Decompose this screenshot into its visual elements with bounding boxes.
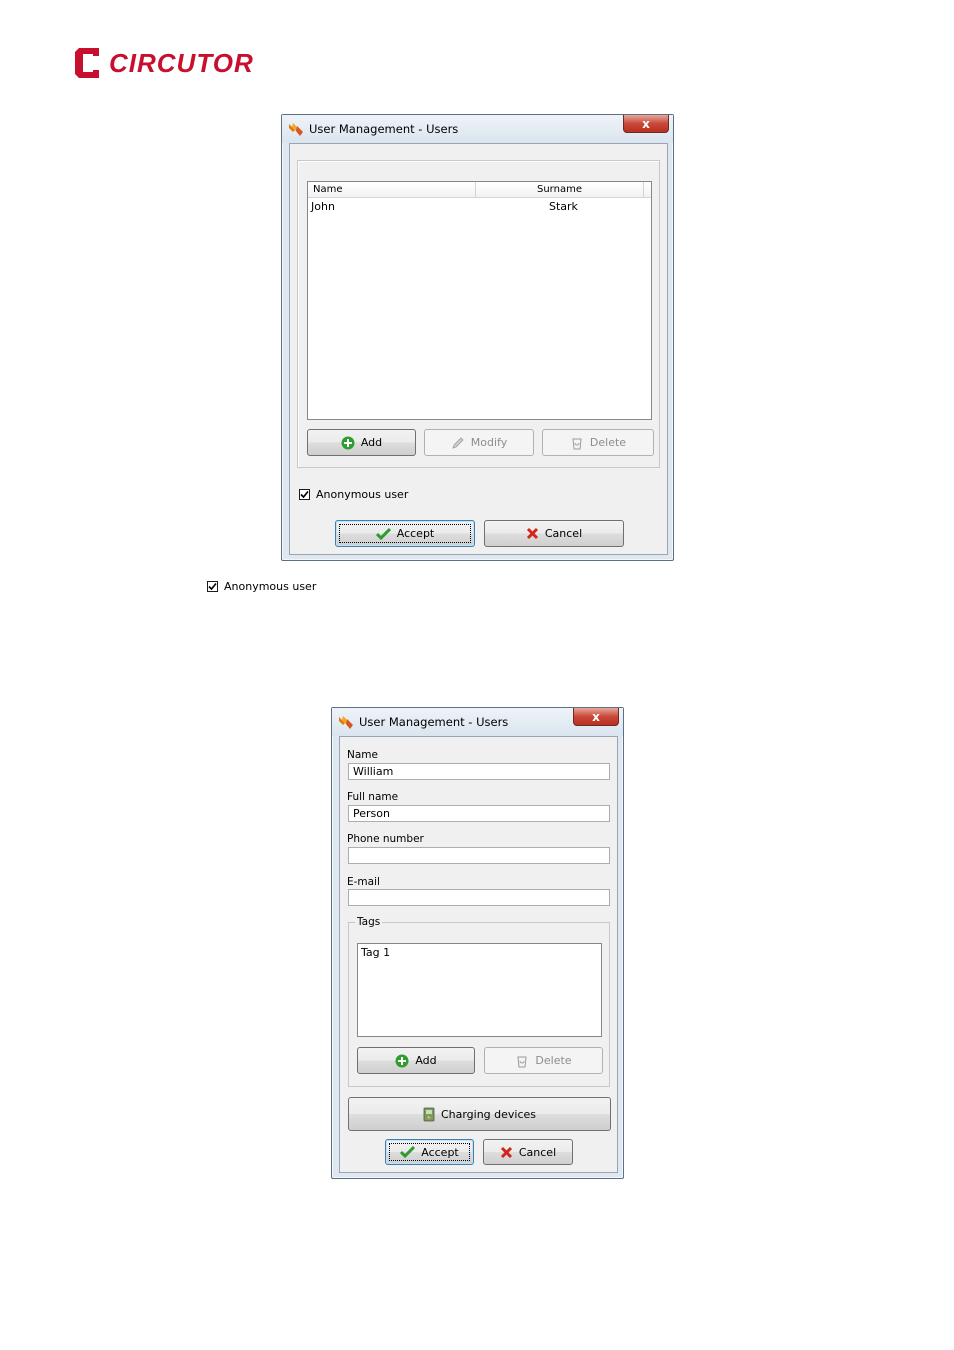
phone-label: Phone number bbox=[347, 833, 424, 845]
delete-tag-label: Delete bbox=[535, 1054, 572, 1067]
green-plus-icon bbox=[341, 436, 355, 450]
green-plus-icon bbox=[395, 1054, 409, 1068]
table-row[interactable]: John Stark bbox=[308, 199, 651, 215]
checkmark-icon bbox=[208, 582, 217, 591]
close-button[interactable]: x bbox=[623, 115, 669, 133]
cell-surname: Stark bbox=[549, 200, 578, 213]
name-field[interactable]: William bbox=[348, 763, 610, 780]
add-user-button[interactable]: Add bbox=[307, 429, 416, 456]
red-x-icon bbox=[526, 527, 539, 540]
close-icon: x bbox=[592, 709, 600, 724]
circutor-logo: CIRCUTOR bbox=[73, 46, 254, 80]
green-check-icon bbox=[400, 1146, 416, 1158]
close-icon: x bbox=[642, 116, 650, 131]
pencil-icon bbox=[451, 436, 465, 450]
accept-label: Accept bbox=[421, 1145, 459, 1159]
delete-tag-button[interactable]: Delete bbox=[484, 1047, 603, 1074]
delete-user-label: Delete bbox=[589, 436, 627, 449]
cell-name: John bbox=[311, 200, 335, 213]
brand-name: CIRCUTOR bbox=[109, 47, 254, 78]
fullname-label: Full name bbox=[347, 791, 399, 803]
users-dialog-client: Name Surname John Stark Add Modify Delet… bbox=[289, 143, 668, 555]
column-header-name[interactable]: Name bbox=[308, 182, 476, 198]
tags-list[interactable]: Tag 1 bbox=[357, 943, 602, 1037]
checkbox-box[interactable] bbox=[207, 581, 218, 592]
edit-dialog-title: User Management - Users bbox=[359, 715, 509, 729]
close-button[interactable]: x bbox=[573, 708, 619, 726]
users-dialog-title: User Management - Users bbox=[309, 122, 459, 136]
cancel-button[interactable]: Cancel bbox=[484, 520, 624, 547]
users-list[interactable]: Name Surname John Stark bbox=[307, 181, 652, 420]
modify-user-button[interactable]: Modify bbox=[424, 429, 534, 456]
users-dialog-titlebar: User Management - Users bbox=[282, 115, 673, 143]
tags-label: Tags bbox=[355, 916, 383, 928]
add-user-label: Add bbox=[360, 436, 383, 449]
recycle-bin-icon bbox=[570, 436, 584, 450]
cancel-label: Cancel bbox=[518, 1145, 557, 1159]
green-check-icon bbox=[375, 527, 391, 540]
checkbox-box[interactable] bbox=[299, 489, 310, 500]
cancel-button[interactable]: Cancel bbox=[483, 1139, 573, 1165]
anonymous-user-checkbox-example[interactable]: Anonymous user bbox=[207, 580, 316, 593]
charging-device-icon bbox=[423, 1107, 435, 1122]
add-tag-button[interactable]: Add bbox=[357, 1047, 475, 1074]
recycle-bin-icon bbox=[515, 1054, 529, 1068]
cancel-label: Cancel bbox=[544, 527, 583, 540]
circutor-logo-mark bbox=[75, 48, 99, 78]
tags-groupbox: Tags Tag 1 Add Delete bbox=[348, 916, 610, 1087]
accept-label: Accept bbox=[396, 527, 435, 540]
charging-devices-label: Charging devices bbox=[440, 1107, 537, 1121]
users-dialog: User Management - Users x Name Surname J… bbox=[281, 114, 674, 561]
anonymous-user-label: Anonymous user bbox=[316, 488, 409, 501]
accept-button[interactable]: Accept bbox=[385, 1139, 474, 1165]
app-icon bbox=[289, 123, 303, 136]
checkmark-icon bbox=[300, 490, 309, 499]
name-label: Name bbox=[347, 749, 378, 761]
edit-dialog-client: Name William Full name Person Phone numb… bbox=[339, 736, 618, 1173]
red-x-icon bbox=[500, 1146, 513, 1159]
accept-button[interactable]: Accept bbox=[335, 520, 475, 547]
add-tag-label: Add bbox=[415, 1054, 437, 1067]
delete-user-button[interactable]: Delete bbox=[542, 429, 654, 456]
fullname-field[interactable]: Person bbox=[348, 805, 610, 822]
users-list-header: Name Surname bbox=[308, 182, 651, 198]
list-item[interactable]: Tag 1 bbox=[361, 946, 598, 959]
anonymous-user-label: Anonymous user bbox=[224, 580, 317, 593]
column-header-surname[interactable]: Surname bbox=[476, 182, 644, 198]
phone-field[interactable] bbox=[348, 847, 610, 864]
edit-user-dialog: User Management - Users x Name William F… bbox=[331, 707, 624, 1179]
anonymous-user-checkbox[interactable]: Anonymous user bbox=[299, 488, 408, 501]
modify-user-label: Modify bbox=[470, 436, 508, 449]
email-label: E-mail bbox=[347, 876, 380, 888]
email-field[interactable] bbox=[348, 889, 610, 906]
app-icon bbox=[339, 716, 353, 729]
charging-devices-button[interactable]: Charging devices bbox=[348, 1097, 611, 1131]
